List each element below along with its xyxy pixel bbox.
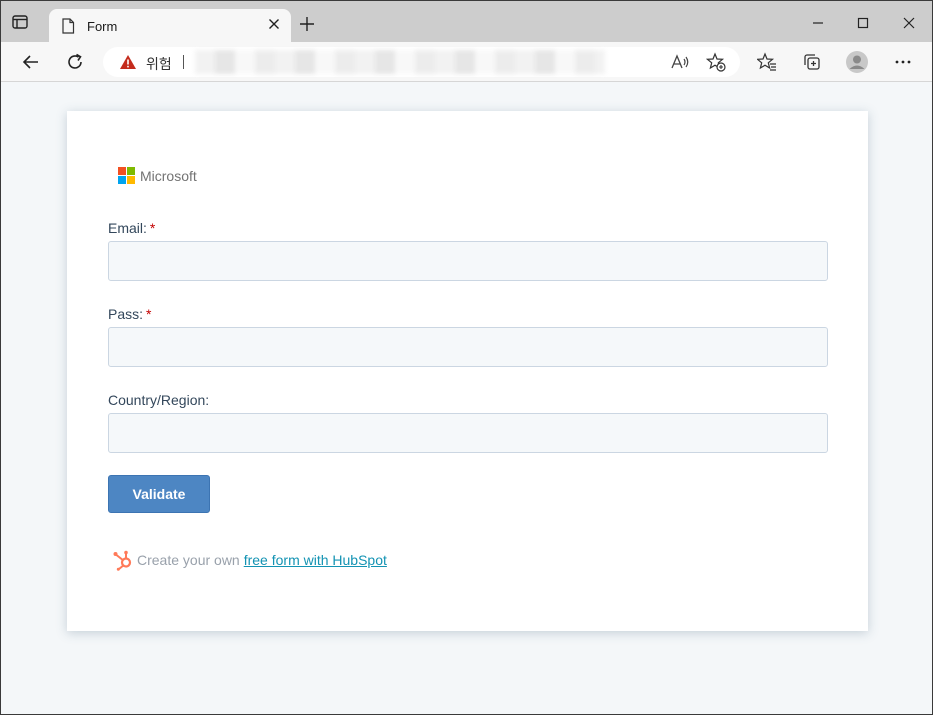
address-bar[interactable]: 위험	[103, 47, 740, 77]
refresh-icon[interactable]	[63, 50, 87, 74]
hubspot-footer: Create your own free form with HubSpot	[112, 549, 387, 571]
tab-actions-icon[interactable]	[11, 13, 29, 31]
email-label-text: Email:	[108, 220, 147, 236]
footer-prefix-text: Create your own	[137, 552, 240, 568]
pass-label-text: Pass:	[108, 306, 144, 322]
email-label: Email: *	[108, 220, 155, 236]
browser-toolbar: 위험	[1, 42, 932, 82]
collections-icon[interactable]	[800, 50, 824, 74]
country-region-field[interactable]	[108, 413, 828, 453]
favorites-icon[interactable]	[755, 50, 779, 74]
back-arrow-icon[interactable]	[19, 50, 43, 74]
email-field[interactable]	[108, 241, 828, 281]
page-icon	[61, 18, 75, 34]
tab-strip: Form	[1, 1, 932, 42]
tab-form[interactable]: Form	[49, 9, 291, 42]
hubspot-free-form-link[interactable]: free form with HubSpot	[244, 552, 387, 568]
maximize-icon[interactable]	[848, 9, 878, 37]
blurred-url	[195, 50, 605, 74]
new-tab-plus-icon[interactable]	[298, 15, 316, 33]
address-divider	[183, 55, 184, 69]
required-marker: *	[146, 306, 152, 322]
required-marker: *	[149, 220, 156, 236]
close-window-icon[interactable]	[894, 9, 924, 37]
validate-button[interactable]: Validate	[108, 475, 210, 513]
browser-window: Form 위험 Microsoft Email: * Pass: * Count…	[0, 0, 933, 715]
profile-avatar-icon[interactable]	[845, 50, 869, 74]
close-tab-icon[interactable]	[267, 17, 281, 31]
hubspot-sprocket-icon	[112, 549, 134, 571]
form-card: Microsoft Email: * Pass: * Country/Region:…	[67, 111, 868, 631]
tab-title: Form	[87, 19, 118, 34]
security-warning-label[interactable]: 위험	[146, 54, 172, 74]
country-region-label: Country/Region:	[108, 392, 209, 408]
microsoft-logo: Microsoft	[118, 167, 197, 184]
minimize-icon[interactable]	[803, 9, 833, 37]
star-plus-icon[interactable]	[706, 52, 726, 72]
more-dots-icon[interactable]	[891, 50, 915, 74]
pass-label: Pass: *	[108, 306, 151, 322]
country-region-label-text: Country/Region:	[108, 392, 210, 408]
pass-field[interactable]	[108, 327, 828, 367]
warning-triangle-icon	[119, 54, 137, 70]
microsoft-logo-text: Microsoft	[140, 167, 197, 184]
microsoft-squares-icon	[118, 167, 135, 184]
read-aloud-icon[interactable]	[670, 52, 690, 72]
